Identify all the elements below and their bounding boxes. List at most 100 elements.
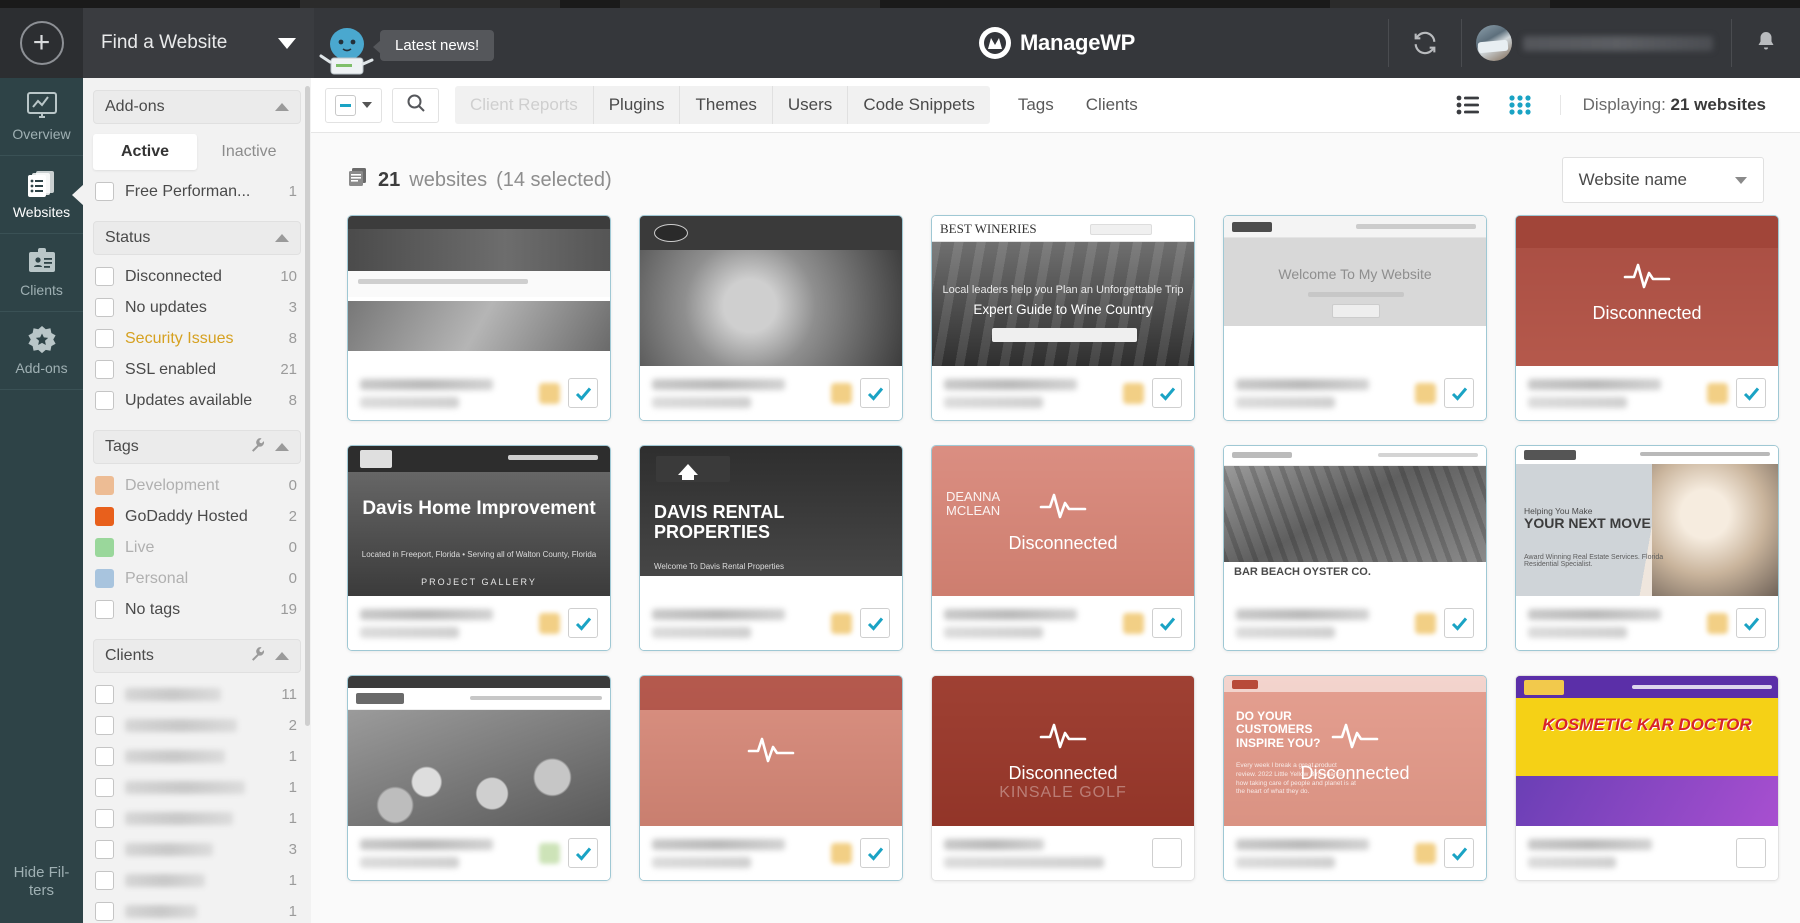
filter-row-client[interactable]: 11 [83, 679, 311, 710]
account-menu[interactable] [1462, 8, 1731, 78]
checkbox[interactable] [95, 600, 114, 619]
card-checkbox[interactable] [1152, 838, 1182, 868]
filter-group-clients[interactable]: Clients [93, 639, 301, 673]
filter-row-tag-live[interactable]: Live 0 [83, 532, 311, 563]
card-checkbox[interactable] [1444, 838, 1474, 868]
checkbox[interactable] [95, 871, 114, 890]
checkbox[interactable] [95, 298, 114, 317]
bell-icon[interactable] [1732, 8, 1800, 78]
filter-row-disconnected[interactable]: Disconnected 10 [83, 261, 311, 292]
website-card-disconnected[interactable]: DO YOURCUSTOMERSINSPIRE YOU? Every week … [1223, 675, 1487, 881]
website-card[interactable]: DAVIS RENTAL PROPERTIES Welcome To Davis… [639, 445, 903, 651]
filter-row-free-performance[interactable]: Free Performan... 1 [83, 176, 311, 207]
website-card[interactable]: Welcome To My Website [1223, 215, 1487, 421]
list-view-icon[interactable] [1442, 95, 1494, 115]
sidebar-item-overview[interactable]: Overview [0, 78, 83, 156]
filter-row-client[interactable]: 1 [83, 803, 311, 834]
card-checkbox[interactable] [568, 838, 598, 868]
card-checkbox[interactable] [568, 608, 598, 638]
filter-group-status[interactable]: Status [93, 221, 301, 255]
card-checkbox[interactable] [1444, 378, 1474, 408]
filter-row-tag-godaddy-hosted[interactable]: GoDaddy Hosted 2 [83, 501, 311, 532]
website-card[interactable]: Helping You Make YOUR NEXT MOVE Award Wi… [1515, 445, 1779, 651]
pill-themes[interactable]: Themes [680, 86, 772, 124]
filter-group-tags[interactable]: Tags [93, 430, 301, 464]
website-card-disconnected[interactable] [639, 675, 903, 881]
checkbox[interactable] [95, 747, 114, 766]
filter-row-updates-available[interactable]: Updates available 8 [83, 385, 311, 416]
checkbox[interactable] [95, 809, 114, 828]
card-checkbox[interactable] [1736, 378, 1766, 408]
filter-row-ssl-enabled[interactable]: SSL enabled 21 [83, 354, 311, 385]
filter-row-client[interactable]: 3 [83, 834, 311, 865]
card-checkbox[interactable] [860, 378, 890, 408]
website-card-disconnected[interactable]: Disconnected [1515, 215, 1779, 421]
filter-row-client[interactable]: 1 [83, 741, 311, 772]
tab-inactive[interactable]: Inactive [197, 134, 301, 170]
sort-dropdown[interactable]: Website name [1562, 157, 1764, 203]
card-checkbox[interactable] [1152, 608, 1182, 638]
select-all-dropdown[interactable] [325, 88, 382, 123]
wrench-icon[interactable] [250, 646, 266, 667]
checkbox[interactable] [95, 329, 114, 348]
website-card[interactable]: BAR BEACH OYSTER CO. [1223, 445, 1487, 651]
wrench-icon[interactable] [250, 437, 266, 458]
filter-row-client[interactable]: 2 [83, 710, 311, 741]
card-checkbox[interactable] [568, 378, 598, 408]
filter-row-client[interactable]: 1 [83, 865, 311, 896]
link-tags[interactable]: Tags [1002, 86, 1070, 124]
add-website-button[interactable]: + [20, 21, 64, 65]
checkbox[interactable] [95, 902, 114, 921]
pill-users[interactable]: Users [773, 86, 848, 124]
chevron-up-icon[interactable] [275, 443, 289, 451]
website-card[interactable] [347, 215, 611, 421]
website-card-disconnected[interactable]: DEANNAMCLEAN Disconnected [931, 445, 1195, 651]
checkbox[interactable] [95, 685, 114, 704]
sidebar-item-websites[interactable]: Websites [0, 156, 83, 234]
chevron-down-icon[interactable] [362, 102, 372, 108]
card-checkbox[interactable] [1736, 838, 1766, 868]
checkbox[interactable] [95, 182, 114, 201]
filter-row-no-updates[interactable]: No updates 3 [83, 292, 311, 323]
checkbox[interactable] [95, 360, 114, 379]
hide-filters-button[interactable]: Hide Fil- ters [0, 852, 83, 923]
chevron-up-icon[interactable] [275, 234, 289, 242]
chevron-up-icon[interactable] [275, 103, 289, 111]
checkbox[interactable] [95, 391, 114, 410]
filter-row-tag-development[interactable]: Development 0 [83, 470, 311, 501]
card-checkbox[interactable] [1444, 608, 1474, 638]
card-checkbox[interactable] [860, 608, 890, 638]
indeterminate-checkbox-icon[interactable] [335, 95, 356, 116]
card-checkbox[interactable] [1736, 608, 1766, 638]
sidebar-item-addons[interactable]: Add-ons [0, 312, 83, 390]
chevron-up-icon[interactable] [275, 652, 289, 660]
filter-row-tag-personal[interactable]: Personal 0 [83, 563, 311, 594]
card-checkbox[interactable] [1152, 378, 1182, 408]
tab-active[interactable]: Active [93, 134, 197, 170]
link-clients[interactable]: Clients [1070, 86, 1154, 124]
filter-row-tag-no-tags[interactable]: No tags 19 [83, 594, 311, 625]
search-button[interactable] [392, 88, 439, 123]
checkbox[interactable] [95, 716, 114, 735]
website-card-disconnected[interactable]: KINSALE GOLF Disconnected [931, 675, 1195, 881]
sidebar-item-clients[interactable]: Clients [0, 234, 83, 312]
website-card[interactable] [639, 215, 903, 421]
filter-row-security-issues[interactable]: Security Issues 8 [83, 323, 311, 354]
website-card[interactable]: BEST WINERIES Local leaders help you Pla… [931, 215, 1195, 421]
grid-view-icon[interactable] [1494, 94, 1546, 116]
filter-row-client[interactable]: 1 [83, 772, 311, 803]
website-card[interactable]: Davis Home Improvement Located in Freepo… [347, 445, 611, 651]
filters-scrollbar[interactable] [305, 86, 310, 726]
card-checkbox[interactable] [860, 838, 890, 868]
refresh-icon[interactable] [1389, 8, 1461, 78]
pill-code-snippets[interactable]: Code Snippets [848, 86, 990, 124]
filter-group-addons[interactable]: Add-ons [93, 90, 301, 124]
checkbox[interactable] [95, 778, 114, 797]
pill-plugins[interactable]: Plugins [594, 86, 681, 124]
checkbox[interactable] [95, 267, 114, 286]
website-card[interactable]: KOSMETIC KAR DOCTOR [1515, 675, 1779, 881]
find-a-website-dropdown[interactable]: Find a Website [83, 8, 314, 78]
checkbox[interactable] [95, 840, 114, 859]
website-card[interactable] [347, 675, 611, 881]
filter-row-client[interactable]: 1 [83, 896, 311, 923]
